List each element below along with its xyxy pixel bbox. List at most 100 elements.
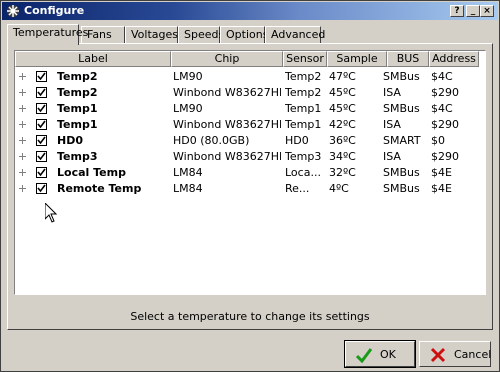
title-bar[interactable]: Configure ? _ × xyxy=(2,2,498,20)
cell-chip: LM84 xyxy=(173,182,203,195)
table-row[interactable]: HD0 HD0 (80.0GB) HD0 36ºC SMART $0 xyxy=(15,133,483,149)
checkmark-icon xyxy=(356,348,372,363)
cell-sensor: Loca... xyxy=(285,166,321,179)
cell-bus: ISA xyxy=(383,118,401,131)
temperature-list[interactable]: Label Chip Sensor Sample BUS Address Tem… xyxy=(14,50,486,295)
enable-checkbox[interactable] xyxy=(36,135,47,146)
cell-chip: LM84 xyxy=(173,166,203,179)
cell-bus: SMBus xyxy=(383,102,420,115)
cell-sample: 47ºC xyxy=(329,70,356,83)
cell-sample: 45ºC xyxy=(329,86,356,99)
cell-sample: 36ºC xyxy=(329,134,356,147)
cell-chip: LM90 xyxy=(173,102,203,115)
cell-label: HD0 xyxy=(57,134,83,147)
cell-sensor: Re... xyxy=(285,182,310,195)
cell-sensor: Temp1 xyxy=(285,102,322,115)
expand-icon[interactable] xyxy=(19,73,26,80)
enable-checkbox[interactable] xyxy=(36,103,47,114)
tab-advanced[interactable]: Advanced xyxy=(265,26,325,43)
cell-address: $4C xyxy=(431,70,453,83)
cell-label: Temp3 xyxy=(57,150,98,163)
cell-label: Temp1 xyxy=(57,102,98,115)
tab-speeds[interactable]: Speeds xyxy=(178,26,224,43)
table-row[interactable]: Local Temp LM84 Loca... 32ºC SMBus $4E xyxy=(15,165,483,181)
column-header-sensor[interactable]: Sensor xyxy=(283,51,327,67)
check-icon xyxy=(37,184,46,193)
cell-sample: 34ºC xyxy=(329,150,356,163)
enable-checkbox[interactable] xyxy=(36,119,47,130)
column-header-address[interactable]: Address xyxy=(429,51,479,67)
cell-chip: LM90 xyxy=(173,70,203,83)
cell-sensor: Temp3 xyxy=(285,150,322,163)
status-text: Select a temperature to change its setti… xyxy=(130,310,370,323)
cell-bus: SMBus xyxy=(383,70,420,83)
column-header-bus[interactable]: BUS xyxy=(387,51,429,67)
cell-chip: HD0 (80.0GB) xyxy=(173,134,250,147)
cell-sample: 32ºC xyxy=(329,166,356,179)
temperatures-panel: Label Chip Sensor Sample BUS Address Tem… xyxy=(7,43,493,330)
check-icon xyxy=(37,152,46,161)
cell-bus: SMBus xyxy=(383,182,420,195)
enable-checkbox[interactable] xyxy=(36,71,47,82)
cell-label: Temp2 xyxy=(57,86,98,99)
expand-icon[interactable] xyxy=(19,185,26,192)
table-row[interactable]: Temp1 LM90 Temp1 45ºC SMBus $4C xyxy=(15,101,483,117)
cell-label: Temp2 xyxy=(57,70,98,83)
configure-window: Configure ? _ × Temperatures Fans Voltag… xyxy=(0,0,500,372)
table-row[interactable]: Temp2 Winbond W83627HF Temp2 45ºC ISA $290 xyxy=(15,85,483,101)
ok-button[interactable]: OK xyxy=(344,340,416,368)
cell-sensor: Temp1 xyxy=(285,118,322,131)
cell-address: $0 xyxy=(431,134,445,147)
close-button[interactable]: × xyxy=(480,5,494,17)
column-header-chip[interactable]: Chip xyxy=(171,51,283,67)
cell-label: Remote Temp xyxy=(57,182,142,195)
check-icon xyxy=(37,120,46,129)
tab-temperatures[interactable]: Temperatures xyxy=(7,24,88,45)
cancel-label: Cancel xyxy=(454,348,492,361)
cell-bus: SMBus xyxy=(383,166,420,179)
check-icon xyxy=(37,88,46,97)
expand-icon[interactable] xyxy=(19,169,26,176)
check-icon xyxy=(37,168,46,177)
tab-options[interactable]: Options xyxy=(220,26,268,43)
check-icon xyxy=(37,136,46,145)
expand-icon[interactable] xyxy=(19,121,26,128)
cell-bus: ISA xyxy=(383,86,401,99)
cell-bus: ISA xyxy=(383,150,401,163)
cell-address: $4E xyxy=(431,166,452,179)
expand-icon[interactable] xyxy=(19,89,26,96)
cell-sample: 4ºC xyxy=(329,182,349,195)
table-row[interactable]: Temp2 LM90 Temp2 47ºC SMBus $4C xyxy=(15,69,483,85)
cell-address: $290 xyxy=(431,118,459,131)
window-title: Configure xyxy=(24,4,85,17)
table-row[interactable]: Temp3 Winbond W83627HF Temp3 34ºC ISA $290 xyxy=(15,149,483,165)
expand-icon[interactable] xyxy=(19,137,26,144)
check-icon xyxy=(37,72,46,81)
expand-icon[interactable] xyxy=(19,105,26,112)
minimize-button[interactable]: _ xyxy=(466,5,480,17)
column-header-label[interactable]: Label xyxy=(15,51,171,67)
cross-icon xyxy=(430,347,446,363)
cell-address: $4C xyxy=(431,102,453,115)
cell-address: $290 xyxy=(431,86,459,99)
cell-sensor: HD0 xyxy=(285,134,309,147)
enable-checkbox[interactable] xyxy=(36,167,47,178)
cell-sensor: Temp2 xyxy=(285,86,322,99)
table-row[interactable]: Remote Temp LM84 Re... 4ºC SMBus $4E xyxy=(15,181,483,197)
enable-checkbox[interactable] xyxy=(36,87,47,98)
enable-checkbox[interactable] xyxy=(36,183,47,194)
expand-icon[interactable] xyxy=(19,153,26,160)
cell-address: $290 xyxy=(431,150,459,163)
cell-label: Temp1 xyxy=(57,118,98,131)
cell-label: Local Temp xyxy=(57,166,126,179)
tab-voltages[interactable]: Voltages xyxy=(125,26,178,43)
cancel-button[interactable]: Cancel xyxy=(419,341,491,367)
column-header-sample[interactable]: Sample xyxy=(327,51,387,67)
enable-checkbox[interactable] xyxy=(36,151,47,162)
help-button[interactable]: ? xyxy=(450,5,464,17)
table-row[interactable]: Temp1 Winbond W83627HF Temp1 42ºC ISA $290 xyxy=(15,117,483,133)
cell-sample: 42ºC xyxy=(329,118,356,131)
cell-chip: Winbond W83627HF xyxy=(173,118,281,131)
cell-address: $4E xyxy=(431,182,452,195)
app-icon xyxy=(7,5,19,17)
